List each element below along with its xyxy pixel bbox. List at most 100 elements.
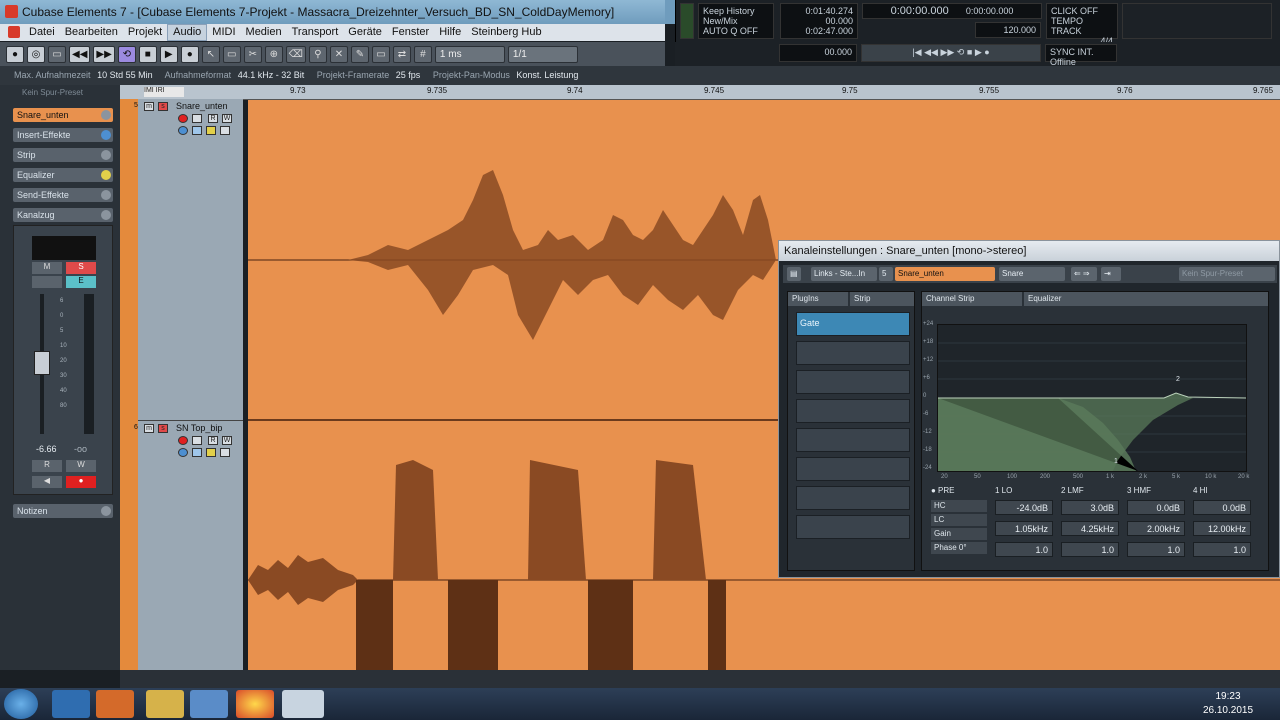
fader-value[interactable]: -6.66 — [36, 444, 57, 454]
menu-audio[interactable]: Audio — [167, 24, 208, 41]
insert-slot[interactable] — [796, 515, 910, 539]
transport-cycle-icon[interactable]: ⟲ — [957, 47, 965, 57]
forward-button[interactable]: ▶▶ — [93, 45, 115, 63]
track-edit-icon[interactable] — [101, 110, 111, 120]
track-insert-bypass[interactable] — [192, 126, 202, 135]
track-edit-button[interactable] — [178, 448, 188, 457]
track-send-bypass[interactable] — [220, 126, 230, 135]
channel-menu-icon[interactable]: ▤ — [787, 267, 801, 281]
insert-slot[interactable] — [796, 399, 910, 423]
eq-band-gain[interactable]: 0.0dB — [1193, 500, 1251, 515]
track-monitor-button[interactable] — [192, 114, 202, 123]
channel-link-icon[interactable]: ⇥ — [1101, 267, 1121, 281]
track-solo-button[interactable]: s — [158, 102, 168, 111]
pointer-tool-icon[interactable]: ↖ — [201, 45, 220, 63]
glue-tool-icon[interactable]: ⊕ — [264, 45, 283, 63]
insert-slot-gate[interactable]: Gate — [796, 312, 910, 336]
listen-button[interactable] — [32, 276, 62, 288]
grid-select[interactable]: 1/1 — [507, 45, 578, 63]
track-name[interactable]: SN Top_bip — [176, 423, 222, 433]
tab-channel-strip[interactable]: Channel Strip — [922, 292, 1022, 306]
eq-band-q[interactable]: 1.0 — [1061, 542, 1119, 557]
transport-forward-icon[interactable]: ▶▶ — [940, 47, 954, 57]
channel-window-title[interactable]: Kanaleinstellungen : Snare_unten [mono->… — [779, 241, 1279, 261]
track-read-button[interactable]: R — [208, 114, 218, 123]
eq-option-1[interactable]: LC — [931, 514, 987, 526]
insert-slot[interactable] — [796, 486, 910, 510]
track-send-bypass[interactable] — [220, 448, 230, 457]
insert-slot[interactable] — [796, 428, 910, 452]
eq-bypass-icon[interactable] — [101, 170, 111, 180]
track-eq-bypass[interactable] — [206, 448, 216, 457]
steinberg-logo-icon[interactable] — [8, 26, 20, 38]
track-controls-toggle[interactable]: IMI IRI — [144, 87, 184, 97]
horizontal-scrollbar[interactable] — [248, 670, 1280, 688]
track-record-button[interactable] — [178, 436, 188, 445]
menu-datei[interactable]: Datei — [24, 24, 60, 41]
track-name[interactable]: Snare_unten — [176, 101, 228, 111]
channel-name-field[interactable]: Snare_unten — [895, 267, 995, 281]
play-button[interactable]: ▶ — [159, 45, 178, 63]
transport-play-icon[interactable]: ▶ — [975, 47, 982, 57]
volume-fader-handle[interactable] — [34, 351, 50, 375]
menu-medien[interactable]: Medien — [241, 24, 287, 41]
track-record-button[interactable] — [178, 114, 188, 123]
write-button[interactable]: W — [66, 460, 96, 472]
pan-display[interactable] — [32, 236, 96, 260]
strip-bypass-icon[interactable] — [101, 150, 111, 160]
track-mute-button[interactable]: m — [144, 102, 154, 111]
menu-steinberg-hub[interactable]: Steinberg Hub — [466, 24, 546, 41]
activate-project-button[interactable]: ● — [6, 45, 24, 63]
eq-band-q[interactable]: 1.0 — [995, 542, 1053, 557]
eq-band-gain[interactable]: 0.0dB — [1127, 500, 1185, 515]
menu-geraete[interactable]: Geräte — [343, 24, 387, 41]
track-write-button[interactable]: W — [222, 436, 232, 445]
track-solo-button[interactable]: s — [158, 424, 168, 433]
menu-transport[interactable]: Transport — [287, 24, 344, 41]
cycle-button[interactable]: ⟲ — [117, 45, 136, 63]
record-enable-button[interactable]: ● — [66, 476, 96, 488]
eq-band-freq[interactable]: 2.00kHz — [1127, 521, 1185, 536]
tempo-label[interactable]: TEMPO — [1051, 16, 1083, 26]
track-edit-button[interactable] — [178, 126, 188, 135]
insert-slot[interactable] — [796, 370, 910, 394]
output-routing-select[interactable]: Snare — [999, 267, 1065, 281]
range-tool-icon[interactable]: ▭ — [222, 45, 241, 63]
eq-option-2[interactable]: Gain — [931, 528, 987, 540]
auto-q-label[interactable]: AUTO Q — [703, 26, 737, 36]
eq-band-header[interactable]: 2 LMF — [1061, 486, 1084, 495]
eq-curve-graph[interactable]: 12 — [937, 324, 1247, 472]
menu-hilfe[interactable]: Hilfe — [434, 24, 466, 41]
right-locator[interactable]: 0:02:47.000 — [785, 26, 853, 36]
sync-label[interactable]: SYNC — [1050, 47, 1075, 57]
track-mute-button[interactable]: m — [144, 424, 154, 433]
draw-tool-icon[interactable]: ✎ — [350, 45, 369, 63]
split-tool-icon[interactable]: ✂ — [243, 45, 262, 63]
monitor-button[interactable]: ◀ — [32, 476, 62, 488]
keep-history-label[interactable]: Keep History — [703, 6, 769, 16]
timeline-ruler[interactable]: 9.73 9.735 9.74 9.745 9.75 9.755 9.76 9.… — [243, 85, 1280, 100]
internet-explorer-icon[interactable] — [52, 690, 90, 718]
inspector-track-name[interactable]: Snare_unten — [13, 108, 113, 122]
tab-strip[interactable]: Strip — [850, 292, 914, 306]
eq-band-freq[interactable]: 1.05kHz — [995, 521, 1053, 536]
channel-preset-select[interactable]: Kein Spur-Preset — [1179, 267, 1275, 281]
quantize-select[interactable]: 1 ms — [434, 45, 505, 63]
insert-slot[interactable] — [796, 341, 910, 365]
menu-projekt[interactable]: Projekt — [123, 24, 167, 41]
click-label[interactable]: CLICK — [1051, 6, 1078, 16]
transport-start-icon[interactable]: |◀ — [912, 47, 921, 57]
file-explorer-icon[interactable] — [146, 690, 184, 718]
media-player-icon[interactable] — [96, 690, 134, 718]
eq-band-gain[interactable]: -24.0dB — [995, 500, 1053, 515]
format-value[interactable]: 44.1 kHz - 32 Bit — [238, 70, 305, 80]
track-write-button[interactable]: W — [222, 114, 232, 123]
menu-midi[interactable]: MIDI — [207, 24, 240, 41]
pan-value[interactable]: Konst. Leistung — [516, 70, 578, 80]
color-tool-icon[interactable]: ▭ — [371, 45, 390, 63]
insert-bypass-icon[interactable] — [101, 130, 111, 140]
window-layout-button[interactable]: ▭ — [48, 45, 66, 63]
eq-pre-toggle[interactable]: ● PRE — [931, 486, 955, 495]
channel-edit-icon[interactable] — [101, 210, 111, 220]
eq-option-3[interactable]: Phase 0° — [931, 542, 987, 554]
